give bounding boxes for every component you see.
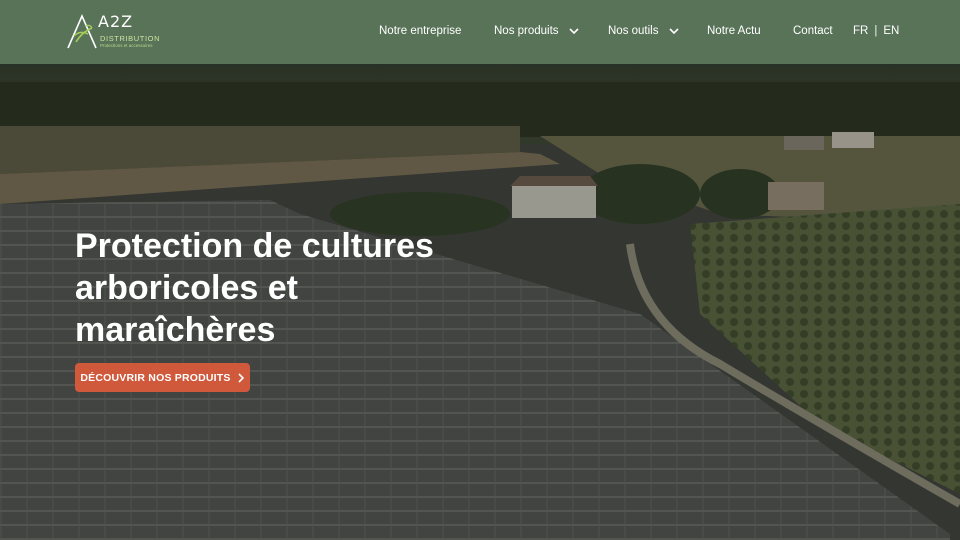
nav-item-label: Contact (793, 25, 833, 37)
lang-separator: | (874, 25, 878, 37)
discover-products-button[interactable]: DÉCOUVRIR NOS PRODUITS (75, 363, 250, 392)
chevron-right-icon (238, 372, 244, 383)
nav-item-contact[interactable]: Contact (793, 25, 833, 37)
nav-item-label: Notre entreprise (379, 25, 462, 37)
nav-item-entreprise[interactable]: Notre entreprise (379, 25, 461, 37)
brand-logo[interactable]: A2Z DISTRIBUTION Protections et accessoi… (66, 12, 166, 52)
logo-subtitle: DISTRIBUTION (100, 34, 161, 43)
site-header: A2Z DISTRIBUTION Protections et accessoi… (0, 0, 960, 64)
chevron-down-icon (668, 28, 679, 35)
lang-fr-link[interactable]: FR (853, 25, 868, 37)
nav-item-actu[interactable]: Notre Actu (707, 25, 761, 37)
nav-item-label: Notre Actu (707, 25, 761, 37)
nav-item-label: Nos outils (608, 25, 659, 37)
logo-mark-icon (67, 14, 97, 49)
hero-title: Protection de cultures arboricoles et ma… (75, 227, 434, 349)
language-switcher: FR | EN (853, 25, 899, 37)
logo-name: A2Z (98, 12, 134, 31)
cta-label: DÉCOUVRIR NOS PRODUITS (80, 371, 231, 384)
chevron-down-icon (568, 28, 579, 35)
hero-section: Protection de cultures arboricoles et ma… (0, 64, 960, 540)
nav-item-outils[interactable]: Nos outils (608, 25, 679, 37)
nav-item-label: Nos produits (494, 25, 559, 37)
logo-tagline: Protections et accessoires (100, 43, 153, 48)
lang-en-link[interactable]: EN (883, 25, 899, 37)
nav-item-produits[interactable]: Nos produits (494, 25, 579, 37)
